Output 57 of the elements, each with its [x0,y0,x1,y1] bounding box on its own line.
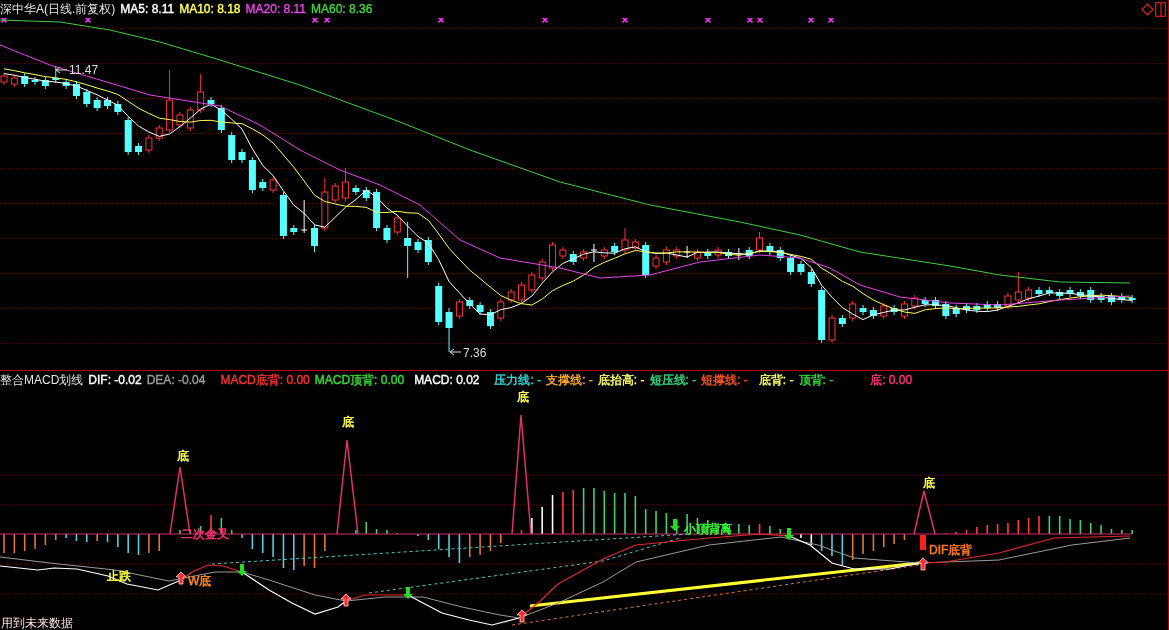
low-price-label: 7.36 [463,346,487,360]
moving-average-reading: MA60: 8.36 [311,1,373,17]
indicator-reading: 顶背: - [798,372,834,388]
up-arrow-icon [175,571,187,585]
signal-label: 二次金叉 [181,527,229,541]
note-text: 用到未来数据 [1,616,73,630]
indicator-reading: 底抬高: - [597,372,645,388]
signal-label: W底 [188,574,212,588]
cross-mark-icon [311,18,319,24]
cross-mark-icon [323,18,331,24]
signal-label: 底 [923,476,935,490]
high-price-label: 11.47 [69,63,99,77]
indicator-reading: DEA: -0.04 [146,372,206,388]
cross-mark-icon [756,18,764,24]
diamond-icon[interactable] [1141,2,1154,16]
indicator-title: 整合MACD划线 [0,371,84,389]
indicator-reading: MACD: 0.02 [414,372,480,388]
indicator-reading: 底: 0.00 [870,372,913,388]
leader-arrow [449,348,462,356]
indicator-reading: 底背: - [758,372,794,388]
up-arrow-icon [516,609,528,623]
indicator-reading: 短撑线: - [701,372,748,388]
indicator-reading: MACD顶背: 0.00 [314,372,405,388]
signal-spike [913,490,936,535]
indicator-reading: DIF: -0.02 [88,372,142,388]
signal-bar [920,535,926,550]
down-arrow-icon [784,528,794,540]
cross-mark-icon [746,18,754,24]
cross-mark-icon [621,18,629,24]
indicator-reading: 支撑线: - [546,372,593,388]
cross-mark-icon [0,18,8,24]
moving-average-reading: MA20: 8.11 [245,1,306,17]
up-arrow-icon [340,593,352,607]
down-arrow-icon [237,564,247,576]
cross-mark-icon [541,18,549,24]
down-arrow-icon [670,519,680,531]
signal-label: 底 [177,449,189,463]
moving-average-reading: MA5: 8.11 [120,1,175,17]
moving-average-reading: MA10: 8.18 [179,1,241,17]
up-arrow-icon [917,557,929,571]
candlestick [445,307,453,353]
chart-title: 深中华A(日线.前复权) [0,0,116,18]
down-arrow-icon [403,587,413,599]
leader-arrow [55,66,68,74]
cross-mark-icon [827,18,835,24]
cross-mark-icon [807,18,815,24]
cross-mark-icon [704,18,712,24]
cross-mark-icon [437,18,445,24]
candlestick [52,65,60,84]
signal-label: DIF底背 [929,543,973,557]
cross-mark-icon [84,18,92,24]
indicator-reading: MACD底背: 0.00 [220,372,310,388]
signal-label: 底 [342,415,354,429]
indicator-reading: 压力线: - [494,372,542,388]
signal-label: 底 [517,390,529,404]
split-panel-icon[interactable] [1155,1,1166,17]
indicator-reading: 短压线: - [649,372,697,388]
